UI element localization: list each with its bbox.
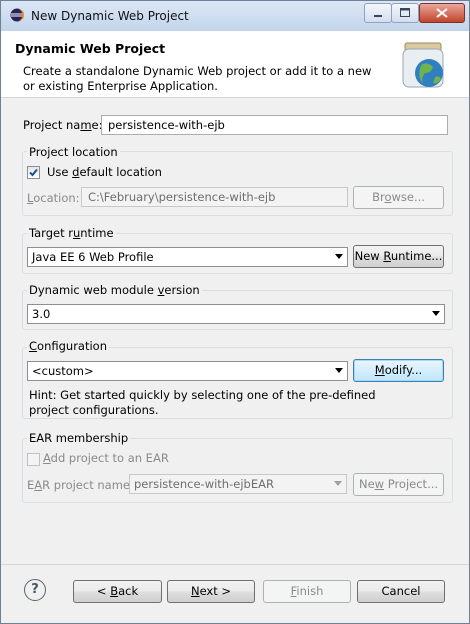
eclipse-icon [10, 8, 24, 22]
maximize-button[interactable] [391, 3, 419, 23]
maximize-icon [400, 8, 410, 17]
modify-button[interactable]: Modify... [353, 359, 444, 382]
dialog-window: New Dynamic Web Project Dynamic Web Proj… [0, 0, 470, 624]
wizard-description: Create a standalone Dynamic Web project … [23, 64, 372, 93]
web-project-globe-icon [402, 42, 444, 88]
module-version-value: 3.0 [32, 307, 51, 321]
module-version-title: Dynamic web module version [27, 283, 202, 297]
use-default-location-checkbox[interactable] [27, 166, 40, 179]
finish-button[interactable]: Finish [263, 580, 351, 603]
chevron-down-icon [335, 368, 343, 373]
configuration-hint: Hint: Get started quickly by selecting o… [29, 388, 376, 417]
wizard-footer: ? < Back Next > Finish Cancel [1, 565, 469, 623]
wizard-content: Project name: persistence-with-ejb Proje… [1, 98, 469, 564]
window-title: New Dynamic Web Project [31, 9, 189, 23]
target-runtime-value: Java EE 6 Web Profile [32, 250, 154, 264]
new-project-button[interactable]: New Project... [353, 473, 444, 496]
cancel-button[interactable]: Cancel [357, 580, 445, 603]
module-version-dropdown[interactable]: 3.0 [27, 304, 445, 324]
configuration-dropdown[interactable]: <custom> [27, 361, 348, 381]
project-name-label: Project name: [23, 118, 103, 132]
chevron-down-icon [432, 311, 440, 316]
minimize-icon [374, 15, 382, 17]
ear-project-name-label: EAR project name: [27, 478, 134, 492]
wizard-header: Dynamic Web Project Create a standalone … [1, 31, 469, 98]
title-bar[interactable]: New Dynamic Web Project [1, 1, 469, 31]
minimize-button[interactable] [364, 3, 392, 23]
ear-membership-title: EAR membership [27, 431, 131, 445]
browse-button[interactable]: Browse... [353, 186, 444, 209]
ear-project-name-value: persistence-with-ejbEAR [134, 477, 274, 491]
back-button[interactable]: < Back [73, 580, 162, 603]
location-label: Location: [27, 191, 80, 205]
project-location-title: Project location [27, 145, 120, 159]
close-button[interactable] [419, 3, 465, 23]
checkmark-icon [29, 168, 38, 177]
ear-project-name-dropdown[interactable]: persistence-with-ejbEAR [129, 474, 347, 494]
use-default-location-label[interactable]: Use default location [47, 165, 162, 179]
wizard-title: Dynamic Web Project [15, 41, 166, 56]
target-runtime-title: Target runtime [27, 226, 116, 240]
configuration-value: <custom> [32, 364, 94, 378]
chevron-down-icon [334, 481, 342, 486]
add-to-ear-checkbox[interactable] [27, 453, 40, 466]
project-name-input[interactable]: persistence-with-ejb [101, 115, 448, 135]
new-runtime-button[interactable]: New Runtime... [353, 245, 444, 268]
location-input[interactable]: C:\February\persistence-with-ejb [81, 187, 348, 207]
close-icon [436, 8, 448, 18]
next-button[interactable]: Next > [167, 580, 255, 603]
add-to-ear-label[interactable]: Add project to an EAR [43, 451, 169, 465]
target-runtime-dropdown[interactable]: Java EE 6 Web Profile [27, 247, 348, 267]
configuration-title: Configuration [27, 339, 109, 353]
help-icon[interactable]: ? [24, 579, 46, 601]
chevron-down-icon [335, 254, 343, 259]
